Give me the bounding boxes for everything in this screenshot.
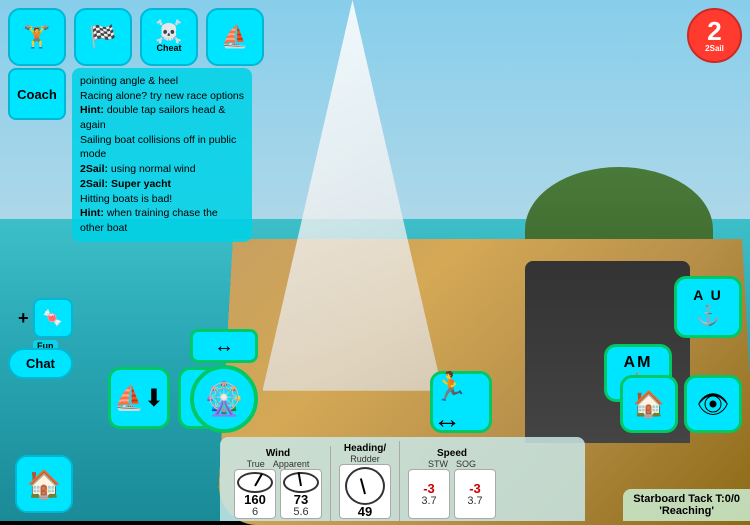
sail-down-icon: ⛵⬇ xyxy=(114,384,164,413)
twosail-number: 2 xyxy=(707,18,721,44)
sail-toolbar-btn[interactable]: ⛵ xyxy=(206,8,264,66)
person-icon: 🏋️ xyxy=(23,26,50,48)
cheat-icon: ☠️ xyxy=(155,21,182,43)
au-button[interactable]: A U ⚓ xyxy=(674,276,742,338)
fun-candy-btn[interactable]: 🍬 xyxy=(33,298,73,338)
eye-icon: 👁 xyxy=(696,389,729,420)
arrow-expand-icon: ↔ xyxy=(214,335,234,358)
flag-icon: 🏁 xyxy=(89,26,116,48)
twosail-label: 2Sail xyxy=(705,44,724,53)
person-toolbar-btn[interactable]: 🏋️ xyxy=(8,8,66,66)
chat-label: Chat xyxy=(26,356,55,371)
sail-icon: ⛵ xyxy=(221,26,248,48)
au-text: A U xyxy=(693,287,723,303)
sail-down-btn[interactable]: ⛵⬇ xyxy=(108,367,170,429)
steering-wheel-icon: 🎡 xyxy=(204,380,244,418)
cheat-toolbar-btn[interactable]: ☠️ Cheat xyxy=(140,8,198,66)
coach-badge[interactable]: Coach xyxy=(8,68,66,120)
flag-toolbar-btn[interactable]: 🏁 xyxy=(74,8,132,66)
steering-wheel-btn[interactable]: 🎡 xyxy=(190,365,258,433)
eye-btn[interactable]: 👁 xyxy=(684,375,742,433)
au-anchor-icon: ⚓ xyxy=(696,303,721,328)
coach-label-text: Coach xyxy=(17,87,57,102)
twosail-btn[interactable]: 2 2Sail xyxy=(687,8,742,63)
home-button[interactable]: 🏠 xyxy=(15,455,73,513)
home-icon: 🏠 xyxy=(27,468,62,501)
cheat-label: Cheat xyxy=(156,43,181,53)
house-btn[interactable]: 🏠 xyxy=(620,375,678,433)
chat-button[interactable]: Chat xyxy=(8,348,73,379)
house-icon: 🏠 xyxy=(633,389,665,420)
am-text: AM xyxy=(624,354,653,372)
arrow-expand-btn[interactable]: ↔ xyxy=(190,329,258,363)
